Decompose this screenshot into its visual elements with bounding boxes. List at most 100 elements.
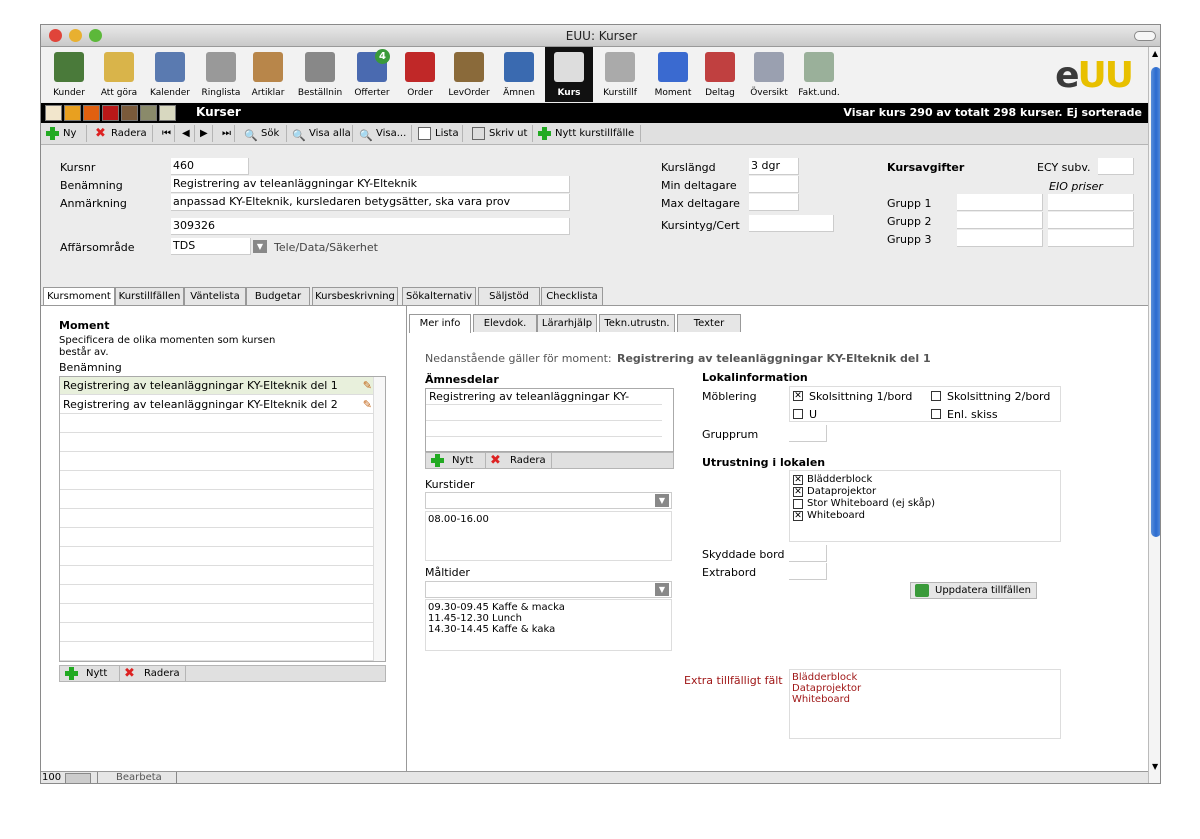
list-item[interactable] [60, 472, 374, 490]
skydd-field[interactable] [789, 545, 827, 562]
subtab-mer info[interactable]: Mer info [409, 314, 471, 333]
checkbox[interactable]: ✕ [793, 475, 803, 485]
checkbox[interactable]: ✕ [793, 511, 803, 521]
dropdown-arrow-icon[interactable]: ▼ [655, 494, 669, 507]
moment-delete-button[interactable]: ✖ Radera [120, 666, 186, 681]
delete-button[interactable]: ✖ Radera [91, 125, 153, 142]
close-button[interactable] [49, 29, 62, 42]
list-item[interactable]: Registrering av teleanläggningar KY-Elte… [60, 396, 374, 414]
list-item[interactable]: Registrering av teleanläggningar KY- [426, 389, 662, 405]
first-record-button[interactable]: ⏮ [159, 125, 175, 142]
toolbar-kalender-button[interactable]: Kalender [146, 47, 194, 102]
grupp-price-field[interactable] [957, 194, 1043, 211]
amnes-delete-button[interactable]: ✖ Radera [486, 453, 552, 468]
maltider-text[interactable]: 09.30-09.45 Kaffe & macka 11.45-12.30 Lun… [425, 599, 672, 651]
grupp-eio-field[interactable] [1048, 194, 1134, 211]
tab-kurstillfällen[interactable]: Kurstillfällen [115, 287, 184, 305]
toolbar-moment-button[interactable]: Moment [647, 47, 699, 102]
tab-kursmoment[interactable]: Kursmoment [43, 287, 115, 306]
last-record-button[interactable]: ⏭ [219, 125, 235, 142]
checkbox[interactable] [931, 409, 941, 419]
toolbar-fakt-und--button[interactable]: Fakt.und. [795, 47, 843, 102]
checkbox[interactable] [793, 499, 803, 509]
maltider-select[interactable] [425, 581, 672, 598]
print-button[interactable]: Skriv ut [469, 125, 533, 142]
toolbar-ringlista-button[interactable]: Ringlista [196, 47, 246, 102]
show-all-button[interactable]: 🔍 Visa alla [289, 125, 353, 142]
subtab-lärarhjälp[interactable]: Lärarhjälp [537, 314, 597, 332]
list-item[interactable] [426, 421, 662, 437]
list-item[interactable] [60, 605, 374, 623]
kurstider-text[interactable]: 08.00-16.00 [425, 511, 672, 561]
minimize-button[interactable] [69, 29, 82, 42]
color-swatch[interactable] [64, 105, 81, 121]
edit-pencil-icon[interactable]: ✎ [363, 377, 372, 395]
zoom-level[interactable]: 100 [42, 772, 61, 783]
tab-väntelista[interactable]: Väntelista [184, 287, 246, 305]
checkbox[interactable] [793, 409, 803, 419]
list-scrollbar[interactable] [373, 377, 385, 661]
tab-sökalternativ[interactable]: Sökalternativ [402, 287, 476, 305]
show-button[interactable]: 🔍 Visa... [356, 125, 412, 142]
toolbar-översikt-button[interactable]: Översikt [745, 47, 793, 102]
scroll-thumb[interactable] [1151, 67, 1160, 537]
search-button[interactable]: 🔍 Sök [241, 125, 287, 142]
list-item[interactable] [60, 529, 374, 547]
toolbar-toggle-button[interactable] [1134, 31, 1156, 41]
intyg-field[interactable] [749, 215, 834, 232]
grupp-eio-field[interactable] [1048, 212, 1134, 229]
toolbar-deltag-button[interactable]: Deltag [699, 47, 741, 102]
checkbox[interactable] [931, 391, 941, 401]
ecy-field[interactable] [1098, 158, 1134, 175]
toolbar-kurstillf-button[interactable]: Kurstillf [595, 47, 645, 102]
next-record-button[interactable]: ▶ [197, 125, 213, 142]
amnes-list[interactable]: Registrering av teleanläggningar KY- [425, 388, 674, 453]
update-button[interactable]: Uppdatera tillfällen [910, 582, 1037, 599]
color-swatch[interactable] [102, 105, 119, 121]
list-item[interactable] [60, 415, 374, 433]
view-toggle-icon[interactable] [65, 773, 91, 783]
toolbar-kunder-button[interactable]: Kunder [46, 47, 92, 102]
tab-budgetar[interactable]: Budgetar [246, 287, 310, 305]
extrabord-field[interactable] [789, 563, 827, 580]
vertical-scrollbar[interactable]: ▲ ▼ [1148, 47, 1160, 783]
zoom-button[interactable] [89, 29, 102, 42]
list-item[interactable]: Registrering av teleanläggningar KY-Elte… [60, 377, 374, 395]
list-item[interactable] [60, 491, 374, 509]
extra-field[interactable]: 309326 [171, 218, 570, 235]
list-item[interactable] [60, 548, 374, 566]
max-field[interactable] [749, 194, 799, 211]
subtab-elevdok.[interactable]: Elevdok. [473, 314, 537, 332]
toolbar-ämnen-button[interactable]: Ämnen [499, 47, 539, 102]
anmarkning-field[interactable]: anpassad KY-Elteknik, kursledaren betygs… [171, 194, 570, 211]
prev-record-button[interactable]: ◀ [179, 125, 195, 142]
grupp-price-field[interactable] [957, 230, 1043, 247]
grupprum-field[interactable] [789, 425, 827, 442]
color-swatch[interactable] [121, 105, 138, 121]
toolbar-order-button[interactable]: Order [399, 47, 441, 102]
new-occasion-button[interactable]: Nytt kurstillfälle [535, 125, 641, 142]
list-item[interactable] [60, 586, 374, 604]
checkbox[interactable]: ✕ [793, 487, 803, 497]
list-button[interactable]: Lista [415, 125, 463, 142]
dropdown-arrow-icon[interactable]: ▼ [655, 583, 669, 596]
min-field[interactable] [749, 176, 799, 193]
color-swatch[interactable] [140, 105, 157, 121]
grupp-price-field[interactable] [957, 212, 1043, 229]
new-button[interactable]: Ny [43, 125, 87, 142]
toolbar-kurs-button[interactable]: Kurs [545, 47, 593, 102]
moment-list[interactable]: Registrering av teleanläggningar KY-Elte… [59, 376, 386, 662]
toolbar-offerter-button[interactable]: Offerter 4 [347, 47, 397, 102]
list-item[interactable] [60, 453, 374, 471]
list-item[interactable] [60, 624, 374, 642]
scroll-up-icon[interactable]: ▲ [1152, 49, 1158, 58]
toolbar-levorder-button[interactable]: LevOrder [442, 47, 496, 102]
toolbar-artiklar-button[interactable]: Artiklar [248, 47, 288, 102]
color-swatch[interactable] [159, 105, 176, 121]
dropdown-arrow-icon[interactable]: ▼ [253, 240, 267, 253]
tab-kursbeskrivning[interactable]: Kursbeskrivning [312, 287, 398, 305]
color-swatch[interactable] [83, 105, 100, 121]
toolbar-beställnin-button[interactable]: Beställnin [294, 47, 346, 102]
extra-field-values[interactable]: Blädderblock Dataprojektor Whiteboard [789, 669, 1061, 739]
list-item[interactable] [60, 643, 374, 661]
